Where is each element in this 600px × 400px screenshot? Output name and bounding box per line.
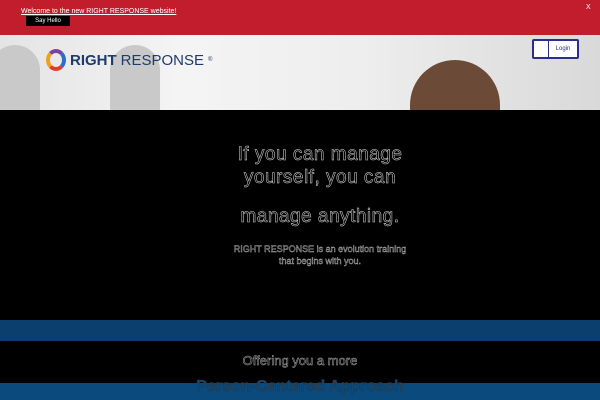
blue-band [0,320,600,341]
offer-text: Offering you a more [242,353,358,369]
login-button[interactable]: Login [532,39,579,59]
login-label: Login [555,46,571,52]
announcement-banner: Welcome to the new RIGHT RESPONSE websit… [0,0,600,35]
section-title: Person-Centered Approach [196,378,404,396]
close-icon[interactable]: X [586,4,591,11]
say-hello-button[interactable]: Say Hello [26,16,70,26]
hero-header: RIGHT RESPONSE ® Login [0,35,600,110]
hero-headline: If you can manage yourself, you can mana… [200,143,440,228]
subtext-line: RIGHT RESPONSE is an evolution training [233,244,407,254]
welcome-link[interactable]: Welcome to the new RIGHT RESPONSE websit… [21,8,176,15]
logo-registered: ® [208,57,213,63]
headline-line: If you can manage [237,144,403,166]
background-lamp [0,45,40,110]
login-icon-area [534,41,549,57]
logo[interactable]: RIGHT RESPONSE ® [46,49,212,71]
logo-mark-icon [46,49,66,71]
headline-line: manage anything. [240,206,400,228]
subtext-line: that begins with you. [278,256,362,266]
hero-subtext: RIGHT RESPONSE is an evolution training … [200,243,440,267]
logo-text-bold: RIGHT [70,51,117,69]
hero-person-image [410,60,500,110]
headline-line: yourself, you can [243,167,397,189]
logo-text: RESPONSE [120,51,205,69]
